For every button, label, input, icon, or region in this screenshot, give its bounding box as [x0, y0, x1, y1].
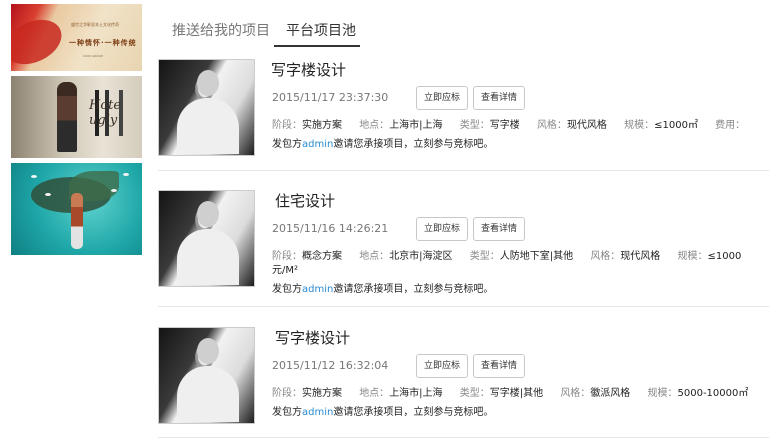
project-date: 2015/11/17 23:37:30 — [272, 91, 389, 104]
invitation-text: 发包方admin邀请您承接项目，立刻参与竞标吧。 — [272, 403, 493, 418]
project-title[interactable]: 写字楼设计 — [271, 59, 346, 80]
location-label: 地点： — [359, 251, 390, 262]
thumbnail-head — [197, 201, 219, 227]
stage-value: 实施方案 — [302, 388, 342, 399]
project-date: 2015/11/12 16:32:04 — [272, 359, 389, 372]
scale-value: ≤1000㎡ — [654, 120, 698, 131]
figure-graphic — [71, 193, 83, 249]
card-divider — [158, 306, 769, 307]
thumbnail-figure — [177, 229, 239, 285]
model-figure — [57, 82, 77, 152]
bird-icon — [45, 193, 51, 196]
view-details-button[interactable]: 查看详情 — [473, 217, 526, 241]
project-card: 写字楼设计 2015/11/17 23:37:30 立即应标 查看详情 阶段：实… — [158, 59, 769, 169]
invitation-text: 发包方admin邀请您承接项目，立刻参与竞标吧。 — [272, 135, 493, 150]
bid-now-button[interactable]: 立即应标 — [416, 354, 469, 378]
project-meta: 阶段：概念方案 地点：北京市|海淀区 类型：人防地下室|其他 风格：现代风格 规… — [272, 247, 741, 262]
scale-label: 规模： — [677, 251, 708, 262]
type-label: 类型： — [469, 251, 500, 262]
style-label: 风格： — [536, 120, 567, 131]
bid-now-button[interactable]: 立即应标 — [416, 86, 469, 110]
card-divider — [158, 437, 769, 438]
project-thumbnail[interactable] — [158, 59, 255, 156]
scale-unit: 元/M² — [272, 265, 299, 276]
scale-label: 规模： — [647, 388, 678, 399]
project-title[interactable]: 写字楼设计 — [275, 327, 350, 348]
stage-value: 实施方案 — [302, 120, 342, 131]
project-meta: 阶段：实施方案 地点：上海市|上海 类型：写字楼|其他 风格：徽派风格 规模：5… — [272, 384, 748, 399]
fee-label: 费用： — [715, 120, 746, 131]
location-value: 上海市|上海 — [389, 120, 443, 131]
thumbnail-figure — [177, 98, 239, 154]
location-value: 上海市|上海 — [389, 388, 443, 399]
scale-value: 5000-10000㎡ — [677, 388, 749, 399]
stage-value: 概念方案 — [302, 251, 342, 262]
thumbnail-figure — [177, 366, 239, 422]
banner-ad-art[interactable] — [11, 163, 142, 255]
style-value: 现代风格 — [566, 120, 607, 131]
style-label: 风格： — [590, 251, 621, 262]
project-thumbnail[interactable] — [158, 327, 255, 424]
view-details-button[interactable]: 查看详情 — [473, 86, 526, 110]
publisher-link[interactable]: admin — [302, 284, 333, 295]
tab-pushed-projects[interactable]: 推送给我的项目 — [172, 20, 270, 40]
style-value: 徽派风格 — [590, 388, 631, 399]
publisher-link[interactable]: admin — [302, 407, 333, 418]
location-value: 北京市|海淀区 — [389, 251, 453, 262]
project-date: 2015/11/16 14:26:21 — [272, 222, 389, 235]
type-value: 人防地下室|其他 — [499, 251, 574, 262]
banner-ad-fashion[interactable]: Hote ugly — [11, 76, 142, 158]
scale-label: 规模： — [624, 120, 655, 131]
red-ribbon-graphic — [11, 11, 69, 71]
invite-suffix: 邀请您承接项目，立刻参与竞标吧。 — [333, 284, 494, 295]
bird-icon — [111, 189, 117, 192]
stage-label: 阶段： — [272, 120, 302, 131]
banner-brand: XXXX GROUP — [83, 54, 103, 58]
active-tab-indicator — [274, 45, 360, 47]
type-value: 写字楼 — [489, 120, 520, 131]
view-details-button[interactable]: 查看详情 — [473, 354, 526, 378]
type-label: 类型： — [459, 388, 490, 399]
thumbnail-head — [197, 338, 219, 364]
bid-now-button[interactable]: 立即应标 — [416, 217, 469, 241]
bird-icon — [31, 175, 37, 178]
project-thumbnail[interactable] — [158, 190, 255, 287]
banner-script-text: Hote ugly — [89, 98, 122, 128]
publisher-link[interactable]: admin — [302, 139, 333, 150]
location-label: 地点： — [359, 388, 390, 399]
project-title[interactable]: 住宅设计 — [275, 190, 335, 211]
project-tabs: 推送给我的项目 平台项目池 — [158, 10, 769, 47]
invite-suffix: 邀请您承接项目，立刻参与竞标吧。 — [333, 407, 494, 418]
project-card: 写字楼设计 2015/11/12 16:32:04 立即应标 查看详情 阶段：实… — [158, 327, 769, 437]
banner-headline: 一种情怀·一种传统 — [69, 39, 137, 47]
banner-subtitle: 盛世之华彰显本土文化传奇 — [71, 22, 119, 27]
invite-prefix: 发包方 — [272, 139, 302, 150]
invite-prefix: 发包方 — [272, 407, 302, 418]
tab-platform-pool[interactable]: 平台项目池 — [286, 20, 356, 40]
banner-ad-heritage[interactable]: 盛世之华彰显本土文化传奇 一种情怀·一种传统 XXXX GROUP — [11, 4, 142, 71]
type-value: 写字楼|其他 — [489, 388, 544, 399]
bird-icon — [123, 173, 129, 176]
thumbnail-head — [197, 70, 219, 96]
invitation-text: 发包方admin邀请您承接项目，立刻参与竞标吧。 — [272, 280, 493, 295]
project-meta: 阶段：实施方案 地点：上海市|上海 类型：写字楼 风格：现代风格 规模：≤100… — [272, 116, 745, 131]
invite-prefix: 发包方 — [272, 284, 302, 295]
type-label: 类型： — [459, 120, 490, 131]
scale-value: ≤1000 — [707, 251, 742, 262]
style-value: 现代风格 — [620, 251, 661, 262]
stage-label: 阶段： — [272, 388, 302, 399]
invite-suffix: 邀请您承接项目，立刻参与竞标吧。 — [333, 139, 494, 150]
card-divider — [158, 170, 769, 171]
project-card: 住宅设计 2015/11/16 14:26:21 立即应标 查看详情 阶段：概念… — [158, 190, 769, 300]
location-label: 地点： — [359, 120, 390, 131]
style-label: 风格： — [560, 388, 591, 399]
